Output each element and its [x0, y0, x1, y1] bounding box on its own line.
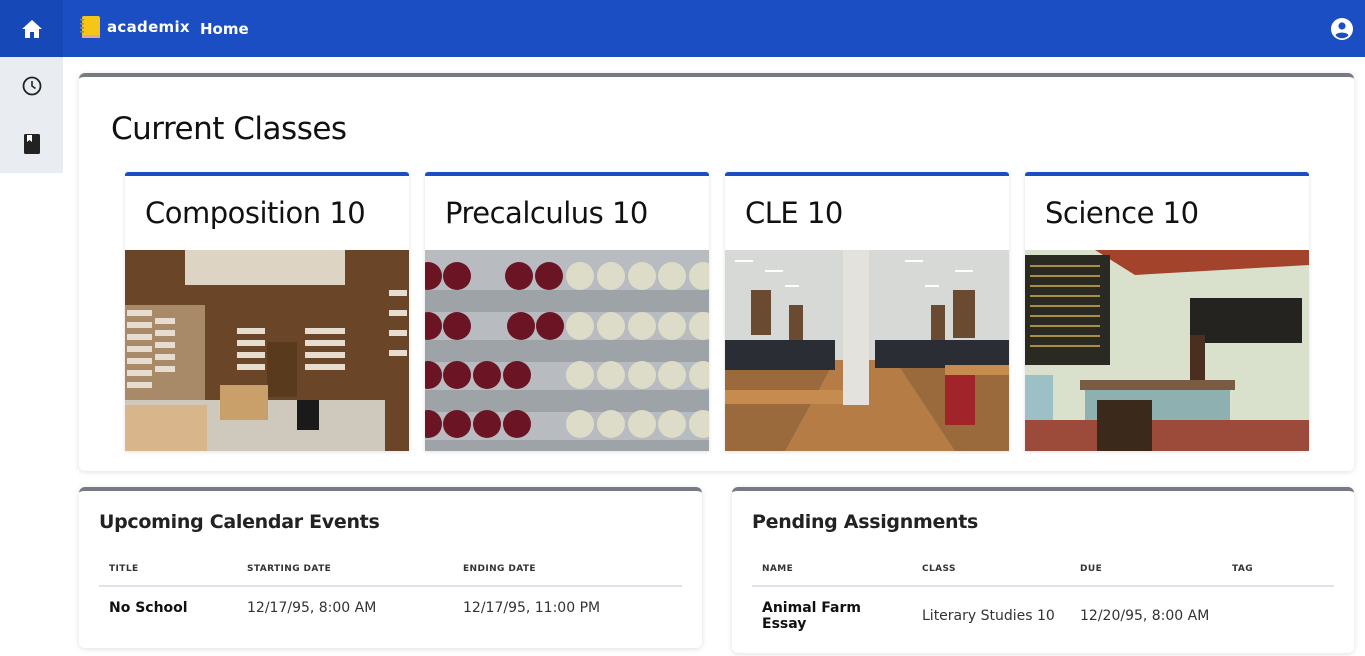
- column-header-tag[interactable]: TAG: [1222, 559, 1334, 587]
- pending-assignments-panel: Pending Assignments NAME CLASS DUE TAG A…: [732, 487, 1354, 653]
- event-title: No School: [109, 600, 188, 616]
- current-classes-panel: Current Classes Composition 10 Precalcul…: [79, 73, 1354, 471]
- pending-assignments-table: NAME CLASS DUE TAG Animal Farm Essay Lit…: [752, 559, 1334, 645]
- class-card-title: CLE 10: [745, 196, 843, 230]
- calendar-events-panel: Upcoming Calendar Events TITLE STARTING …: [79, 487, 702, 648]
- class-card-composition[interactable]: Composition 10: [125, 172, 409, 451]
- column-header-name[interactable]: NAME: [752, 559, 912, 587]
- sidebar-item-history[interactable]: [0, 57, 63, 115]
- brand-logo[interactable]: academix: [79, 15, 190, 39]
- column-header-due[interactable]: DUE: [1070, 559, 1222, 587]
- sidebar: [0, 57, 63, 173]
- column-header-class[interactable]: CLASS: [912, 559, 1070, 587]
- pending-assignments-title: Pending Assignments: [752, 511, 979, 533]
- book-icon: [23, 134, 40, 154]
- table-row[interactable]: Animal Farm Essay Literary Studies 10 12…: [752, 586, 1334, 645]
- notebook-icon: [80, 16, 100, 38]
- brand-name: academix: [107, 18, 190, 36]
- class-card-title: Precalculus 10: [445, 196, 648, 230]
- table-header-row: NAME CLASS DUE TAG: [752, 559, 1334, 587]
- calendar-events-title: Upcoming Calendar Events: [99, 511, 380, 533]
- table-header-row: TITLE STARTING DATE ENDING DATE: [99, 559, 682, 587]
- assignment-due: 12/20/95, 8:00 AM: [1080, 608, 1210, 624]
- nav-home-link[interactable]: Home: [200, 20, 249, 38]
- column-header-title[interactable]: TITLE: [99, 559, 237, 587]
- class-card-image: [425, 250, 709, 451]
- event-end: 12/17/95, 11:00 PM: [463, 600, 601, 616]
- class-card-precalculus[interactable]: Precalculus 10: [425, 172, 709, 451]
- account-button[interactable]: [1331, 18, 1353, 40]
- column-header-starting-date[interactable]: STARTING DATE: [237, 559, 453, 587]
- assignment-tag: [1222, 586, 1334, 645]
- event-start: 12/17/95, 8:00 AM: [247, 600, 377, 616]
- class-card-image: [725, 250, 1009, 451]
- class-card-title: Science 10: [1045, 196, 1199, 230]
- class-card-image: [125, 250, 409, 451]
- home-button[interactable]: [0, 0, 63, 57]
- current-classes-title: Current Classes: [111, 111, 347, 147]
- account-circle-icon: [1331, 18, 1353, 40]
- calendar-events-table: TITLE STARTING DATE ENDING DATE No Schoo…: [99, 559, 682, 629]
- clock-icon: [22, 76, 41, 96]
- sidebar-item-classes[interactable]: [0, 115, 63, 173]
- class-card-science[interactable]: Science 10: [1025, 172, 1309, 451]
- table-row[interactable]: No School 12/17/95, 8:00 AM 12/17/95, 11…: [99, 586, 682, 629]
- assignment-name: Animal Farm Essay: [762, 600, 861, 632]
- column-header-ending-date[interactable]: ENDING DATE: [453, 559, 682, 587]
- assignment-class: Literary Studies 10: [922, 608, 1055, 624]
- class-card-cle[interactable]: CLE 10: [725, 172, 1009, 451]
- top-app-bar: academix Home: [0, 0, 1365, 57]
- class-card-title: Composition 10: [145, 196, 366, 230]
- home-icon: [21, 19, 42, 38]
- class-card-image: [1025, 250, 1309, 451]
